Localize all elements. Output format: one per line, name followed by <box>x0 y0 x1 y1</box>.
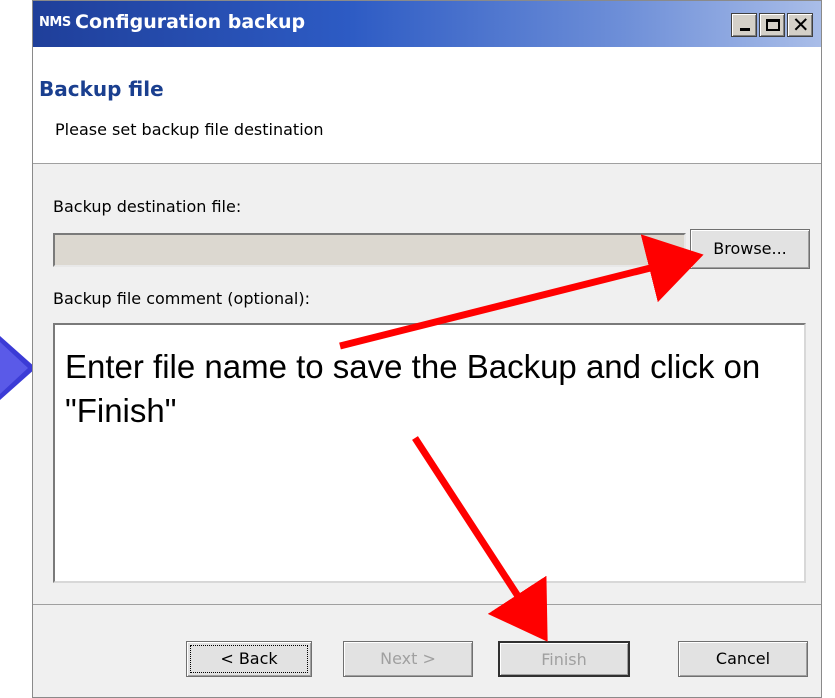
wizard-header: Backup file Please set backup file desti… <box>33 47 821 164</box>
side-pointer-arrow-fill <box>0 342 28 394</box>
destination-file-field[interactable] <box>53 233 686 267</box>
page-subtitle: Please set backup file destination <box>55 120 324 139</box>
window-title: Configuration backup <box>75 11 306 33</box>
comment-text: Enter file name to save the Backup and c… <box>65 348 761 429</box>
dialog-window: NMS Configuration backup ✕ Backup file P… <box>32 0 822 698</box>
page-title: Backup file <box>39 77 164 101</box>
next-button[interactable]: Next > <box>343 641 473 677</box>
minimize-icon <box>740 28 750 31</box>
footer-divider <box>33 604 821 605</box>
finish-button[interactable]: Finish <box>498 641 630 677</box>
focus-ring <box>190 645 308 673</box>
comment-textarea[interactable]: Enter file name to save the Backup and c… <box>53 323 806 583</box>
back-button[interactable]: < Back <box>186 641 312 677</box>
minimize-button[interactable] <box>731 13 757 37</box>
title-bar[interactable]: NMS Configuration backup ✕ <box>33 1 821 47</box>
destination-label: Backup destination file: <box>53 197 242 216</box>
close-icon: ✕ <box>792 13 810 37</box>
maximize-button[interactable] <box>759 13 785 37</box>
cancel-button[interactable]: Cancel <box>678 641 808 677</box>
maximize-icon <box>766 19 780 31</box>
browse-button[interactable]: Browse... <box>690 229 810 269</box>
window-controls: ✕ <box>729 13 813 37</box>
comment-label: Backup file comment (optional): <box>53 289 311 308</box>
app-icon: NMS <box>39 15 71 30</box>
close-button[interactable]: ✕ <box>787 13 813 37</box>
